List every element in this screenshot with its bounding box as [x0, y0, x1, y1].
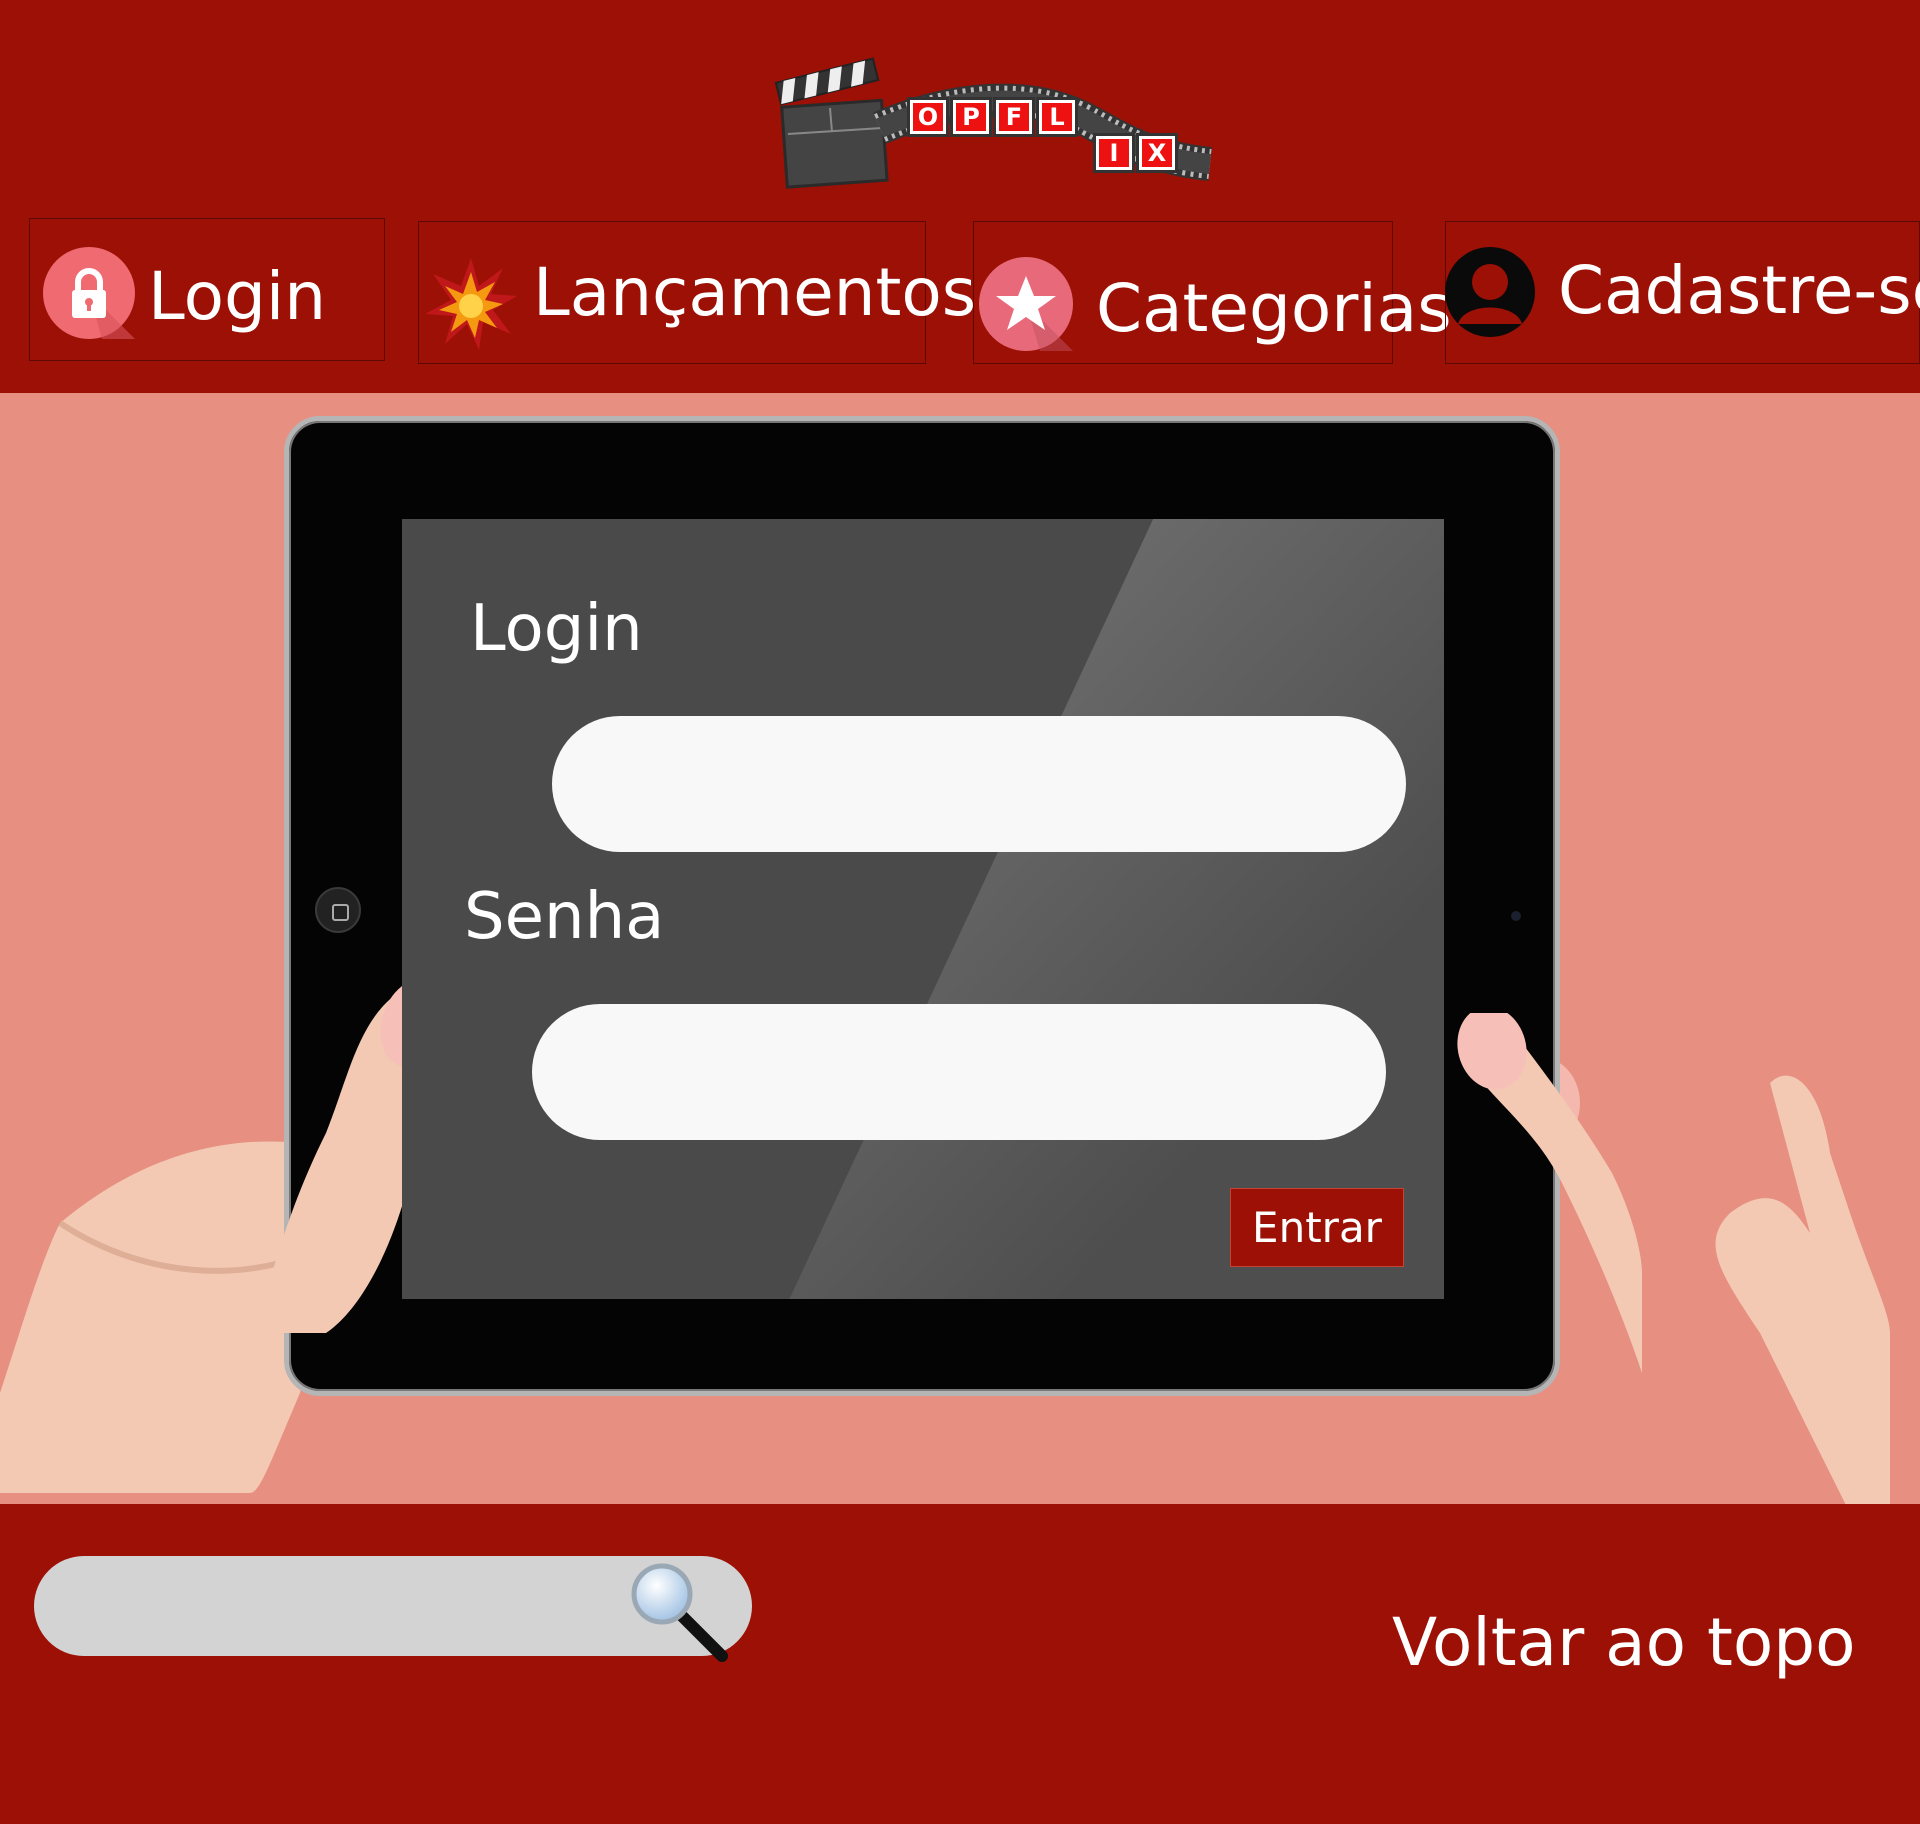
password-field-label: Senha: [464, 880, 665, 954]
tablet-home-button: [315, 887, 361, 933]
nav-label-cadastre-se: Cadastre-se: [1558, 252, 1920, 329]
site-footer: Voltar ao topo: [0, 1504, 1920, 1824]
logo-letter: F: [996, 100, 1032, 134]
logo-letter: O: [910, 100, 946, 134]
lock-icon: [43, 247, 135, 339]
nav-item-login[interactable]: Login: [29, 218, 385, 361]
magnifier-icon[interactable]: [622, 1556, 732, 1666]
back-to-top-link[interactable]: Voltar ao topo: [1392, 1604, 1856, 1681]
star-icon: [979, 257, 1073, 351]
logo-letter: I: [1096, 136, 1132, 170]
site-header: O P F L I X Login Lançamentos Categorias…: [0, 0, 1920, 393]
nav-label-login: Login: [148, 258, 327, 335]
nav-label-lancamentos: Lançamentos: [533, 254, 977, 331]
logo-letter: P: [953, 100, 989, 134]
login-input[interactable]: [552, 716, 1406, 852]
nav-item-categorias[interactable]: Categorias: [973, 221, 1452, 364]
search-input[interactable]: [64, 1578, 604, 1634]
login-field-label: Login: [470, 592, 643, 666]
nav-label-categorias: Categorias: [1096, 270, 1452, 347]
enter-button[interactable]: Entrar: [1230, 1188, 1404, 1267]
right-thumb-image: [1457, 1013, 1642, 1373]
login-screen: Login Senha Entrar: [402, 519, 1444, 1299]
password-input[interactable]: [532, 1004, 1386, 1140]
search-bar: [34, 1556, 752, 1662]
explosion-icon: [425, 258, 517, 350]
logo-letter: X: [1139, 136, 1175, 170]
screen-glare: [752, 519, 1444, 1299]
nav-item-lancamentos[interactable]: Lançamentos: [418, 221, 976, 364]
nav-item-cadastre-se[interactable]: Cadastre-se: [1445, 221, 1920, 364]
user-icon: [1445, 247, 1535, 337]
tablet-camera: [1511, 911, 1521, 921]
logo-letter: L: [1039, 100, 1075, 134]
opflix-logo[interactable]: O P F L I X: [770, 38, 1216, 200]
